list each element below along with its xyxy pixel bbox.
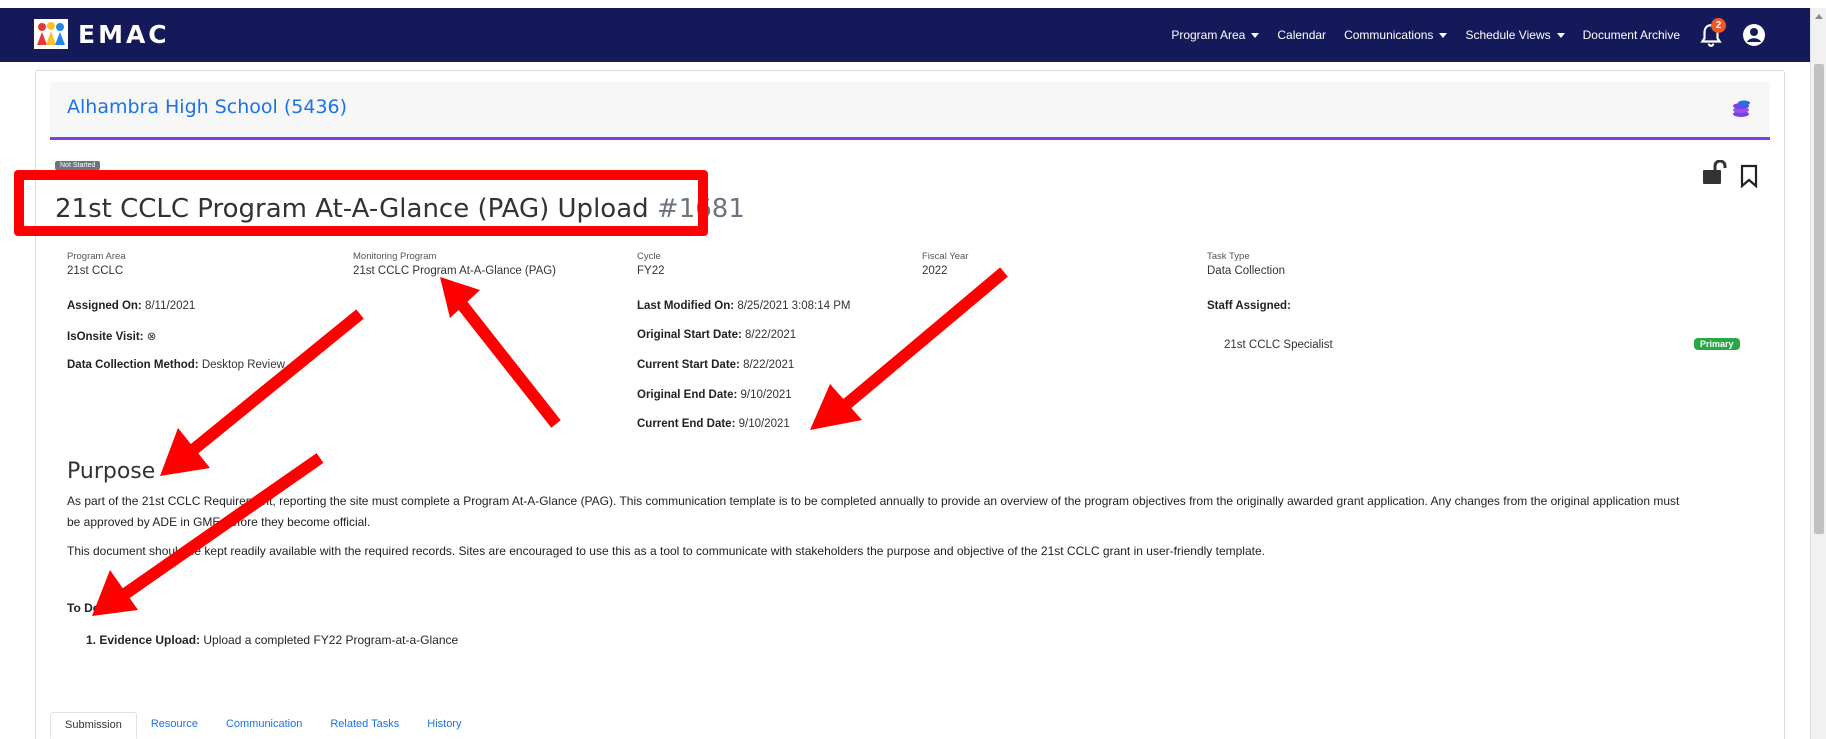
bookmark-icon[interactable] [1738,164,1760,188]
notifications-button[interactable]: 2 [1698,18,1726,48]
app-logo[interactable]: EMAC [34,19,170,49]
chevron-down-icon [1439,32,1448,38]
todo-item-label: 1. Evidence Upload: [86,633,201,647]
cur-start-label: Current Start Date: [637,359,740,371]
staff-assigned: Staff Assigned: [1207,300,1291,312]
last-modified-value: 8/25/2021 3:08:14 PM [737,300,851,312]
last-modified: Last Modified On: 8/25/2021 3:08:14 PM [637,300,850,312]
orig-start-value: 8/22/2021 [745,329,797,341]
assigned-on-value: 8/11/2021 [144,300,196,312]
data-collection-method: Data Collection Method: Desktop Review [67,359,285,371]
onsite-visit-label: IsOnsite Visit: [67,331,144,343]
nav-label: Program Area [1171,28,1246,42]
onsite-visit-value: ⊗ [146,331,157,343]
nav-document-archive[interactable]: Document Archive [1583,28,1680,42]
scrollbar-thumb[interactable] [1814,64,1824,534]
cycle-label: Cycle [637,251,661,262]
staff-name: 21st CCLC Specialist [1224,339,1333,351]
purpose-line-1: As part of the 21st CCLC Requirement, re… [67,494,1680,508]
nav-label: Document Archive [1582,28,1680,42]
orig-end-label: Original End Date: [637,389,738,401]
tab-communication[interactable]: Communication [212,712,316,739]
purpose-heading: Purpose [67,459,156,484]
tab-related-tasks[interactable]: Related Tasks [316,712,413,739]
method-label: Data Collection Method: [67,359,199,371]
cur-end-value: 9/10/2021 [738,418,790,430]
monitoring-program-value: 21st CCLC Program At-A-Glance (PAG) [353,265,557,277]
nav-label: Calendar [1277,28,1327,42]
staff-assigned-label: Staff Assigned: [1207,300,1291,312]
monitoring-program-label: Monitoring Program [353,251,437,262]
main-nav: Program Area Calendar Communications Sch… [1171,8,1766,62]
chevron-down-icon [1251,32,1260,38]
fiscal-year-label: Fiscal Year [922,251,969,262]
method-value: Desktop Review [201,359,285,371]
task-type-value: Data Collection [1207,265,1285,277]
original-end-date: Original End Date: 9/10/2021 [637,389,792,401]
nav-label: Communications [1344,28,1434,42]
task-tabs: Submission Resource Communication Relate… [50,712,1770,739]
top-navbar: EMAC Program Area Calendar Communication… [0,8,1810,62]
todo-item: 1. Evidence Upload: Upload a completed F… [86,633,458,647]
annotation-highlight-box [14,170,708,236]
scroll-up-icon[interactable] [1815,14,1823,19]
assigned-on: Assigned On: 8/11/2021 [67,300,195,312]
unlock-icon[interactable] [1701,160,1727,186]
nav-program-area[interactable]: Program Area [1171,28,1260,42]
user-account-icon[interactable] [1742,23,1766,47]
tab-resource[interactable]: Resource [137,712,212,739]
orig-start-label: Original Start Date: [637,329,742,341]
coins-icon[interactable] [1730,98,1752,120]
primary-badge: Primary [1694,338,1740,350]
original-start-date: Original Start Date: 8/22/2021 [637,329,796,341]
app-name: EMAC [78,19,170,49]
purpose-line-2: be approved by ADE in GME before they be… [67,515,371,529]
status-badge: Not Started [55,161,101,170]
last-modified-label: Last Modified On: [637,300,735,312]
onsite-visit: IsOnsite Visit: ⊗ [67,329,156,343]
program-area-label: Program Area [67,251,126,262]
cycle-value: FY22 [637,265,665,277]
chevron-down-icon [1556,32,1565,38]
purpose-paragraph-1: As part of the 21st CCLC Requirement, re… [67,491,1767,533]
notification-count-badge: 2 [1711,18,1726,33]
nav-schedule-views[interactable]: Schedule Views [1465,28,1565,42]
logo-icon [34,19,68,49]
nav-label: Schedule Views [1465,28,1551,42]
nav-communications[interactable]: Communications [1344,28,1448,42]
orig-end-value: 9/10/2021 [740,389,792,401]
purpose-paragraph-2: This document should be kept readily ava… [67,544,1265,558]
cur-end-label: Current End Date: [637,418,736,430]
current-start-date: Current Start Date: 8/22/2021 [637,359,794,371]
cur-start-value: 8/22/2021 [743,359,795,371]
assigned-on-label: Assigned On: [67,300,142,312]
todo-item-text: Upload a completed FY22 Program-at-a-Gla… [203,633,459,647]
tab-submission[interactable]: Submission [50,712,137,739]
school-header: Alhambra High School (5436) [50,82,1770,140]
page-scrollbar[interactable] [1810,8,1826,739]
tab-history[interactable]: History [413,712,475,739]
fiscal-year-value: 2022 [922,265,948,277]
program-area-value: 21st CCLC [67,265,124,277]
school-link[interactable]: Alhambra High School (5436) [67,96,347,118]
task-type-label: Task Type [1207,251,1250,262]
current-end-date: Current End Date: 9/10/2021 [637,418,790,430]
nav-calendar[interactable]: Calendar [1277,28,1326,42]
todo-label: To Do: [67,601,105,615]
